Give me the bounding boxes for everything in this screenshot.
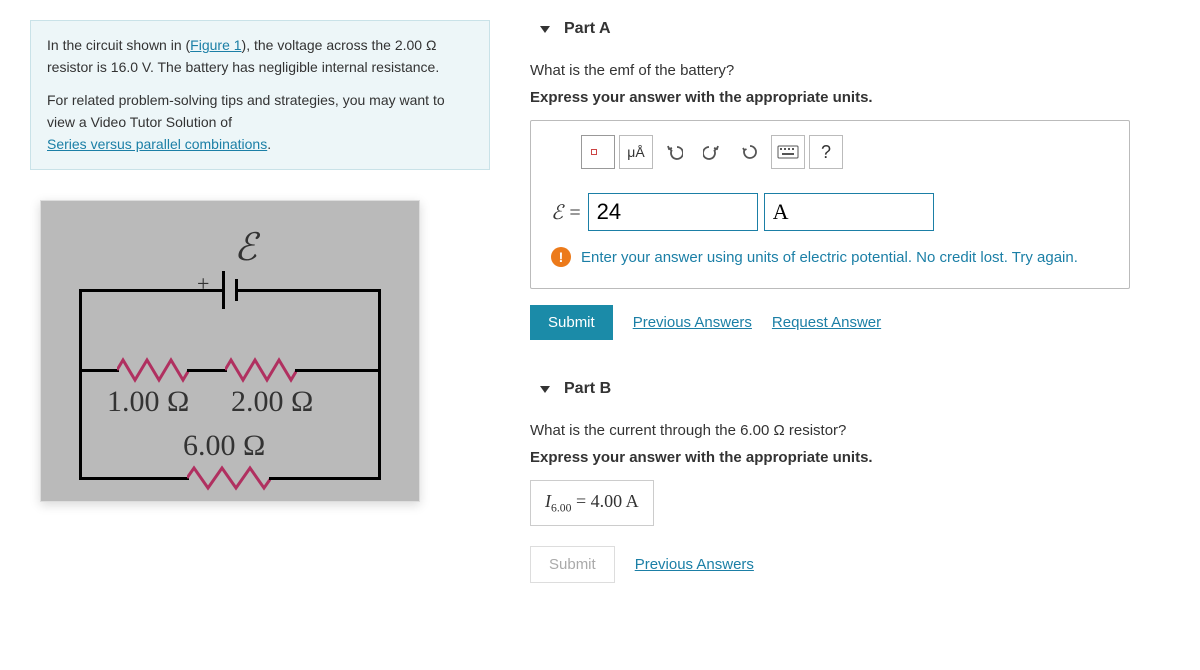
emf-variable-label: ℰ =: [551, 200, 582, 225]
part-b-result: I6.00 = 4.00 A: [530, 480, 654, 526]
part-b-question: What is the current through the 6.00 Ω r…: [530, 422, 1130, 439]
result-eq: =: [571, 491, 590, 511]
undo-icon: [665, 143, 683, 161]
part-a-instruction: Express your answer with the appropriate…: [530, 89, 1130, 106]
circuit-figure: ℰ + 1.00 Ω 2.00 Ω 6.00 Ω: [40, 200, 420, 502]
result-sub: 6.00: [551, 502, 571, 515]
submit-button-b: Submit: [530, 546, 615, 583]
warning-icon: !: [551, 247, 571, 267]
part-b-instruction: Express your answer with the appropriate…: [530, 449, 1130, 466]
previous-answers-link-b[interactable]: Previous Answers: [635, 556, 754, 573]
emf-label: ℰ: [234, 225, 257, 270]
chevron-down-icon: [540, 386, 550, 393]
r3-label: 6.00 Ω: [179, 429, 269, 463]
part-a-title: Part A: [564, 20, 611, 38]
units-button[interactable]: μÅ: [619, 135, 653, 169]
resistor-r3-icon: [187, 465, 271, 491]
redo-button[interactable]: [695, 135, 729, 169]
tips-suffix: .: [267, 136, 271, 152]
r2-label: 2.00 Ω: [227, 385, 317, 419]
feedback-text: Enter your answer using units of electri…: [581, 247, 1078, 268]
intro-text-1: In the circuit shown in (: [47, 37, 190, 53]
keyboard-button[interactable]: [771, 135, 805, 169]
request-answer-link[interactable]: Request Answer: [772, 314, 881, 331]
part-a-header[interactable]: Part A: [530, 20, 1130, 38]
help-button[interactable]: ?: [809, 135, 843, 169]
part-b-header[interactable]: Part B: [530, 380, 1130, 398]
chevron-down-icon: [540, 26, 550, 33]
r1-label: 1.00 Ω: [103, 385, 193, 419]
part-b-title: Part B: [564, 380, 611, 398]
reset-icon: [741, 143, 759, 161]
figure-link[interactable]: Figure 1: [190, 37, 241, 53]
tutor-link[interactable]: Series versus parallel combinations: [47, 136, 267, 152]
problem-statement: In the circuit shown in (Figure 1), the …: [30, 20, 490, 170]
part-a-question: What is the emf of the battery?: [530, 62, 1130, 79]
value-input[interactable]: [588, 193, 758, 231]
answer-panel-a: μÅ ? ℰ = !: [530, 120, 1130, 289]
redo-icon: [703, 143, 721, 161]
keyboard-icon: [777, 145, 799, 159]
undo-button[interactable]: [657, 135, 691, 169]
submit-button-a[interactable]: Submit: [530, 305, 613, 340]
reset-button[interactable]: [733, 135, 767, 169]
tips-text: For related problem-solving tips and str…: [47, 92, 445, 130]
battery-plus: +: [197, 271, 209, 297]
result-val: 4.00 A: [591, 491, 639, 511]
resistor-r2-icon: [225, 357, 297, 383]
templates-button[interactable]: [581, 135, 615, 169]
resistor-r1-icon: [117, 357, 189, 383]
previous-answers-link-a[interactable]: Previous Answers: [633, 314, 752, 331]
unit-input[interactable]: [764, 193, 934, 231]
